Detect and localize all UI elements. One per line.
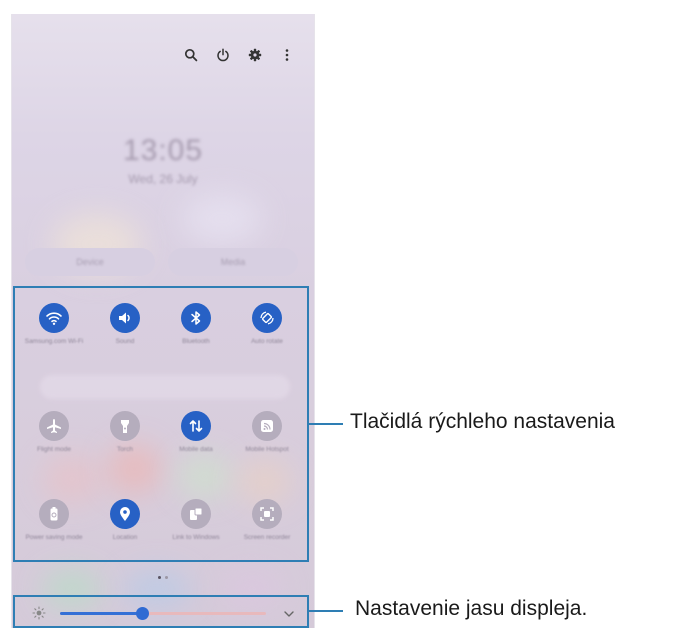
device-control-button[interactable]: Device — [25, 248, 155, 276]
media-output-button[interactable]: Media — [168, 248, 298, 276]
brightness-highlight — [13, 595, 309, 628]
settings-gear-icon[interactable] — [246, 46, 264, 64]
brightness-callout: Nastavenie jasu displeja. — [355, 597, 588, 620]
quick-panel-toolbar — [182, 46, 296, 64]
clock-date: Wed, 26 July — [128, 172, 198, 186]
page-indicator — [158, 576, 168, 579]
quick-settings-connector — [309, 423, 343, 425]
media-output-label: Media — [220, 257, 246, 267]
quick-settings-callout: Tlačidlá rýchleho nastavenia — [350, 410, 615, 433]
clock-time: 13:05 — [122, 134, 204, 167]
search-icon[interactable] — [182, 46, 200, 64]
power-icon[interactable] — [214, 46, 232, 64]
brightness-connector — [309, 610, 343, 612]
quick-settings-highlight — [13, 286, 309, 562]
device-control-label: Device — [76, 257, 104, 267]
more-options-icon[interactable] — [278, 46, 296, 64]
